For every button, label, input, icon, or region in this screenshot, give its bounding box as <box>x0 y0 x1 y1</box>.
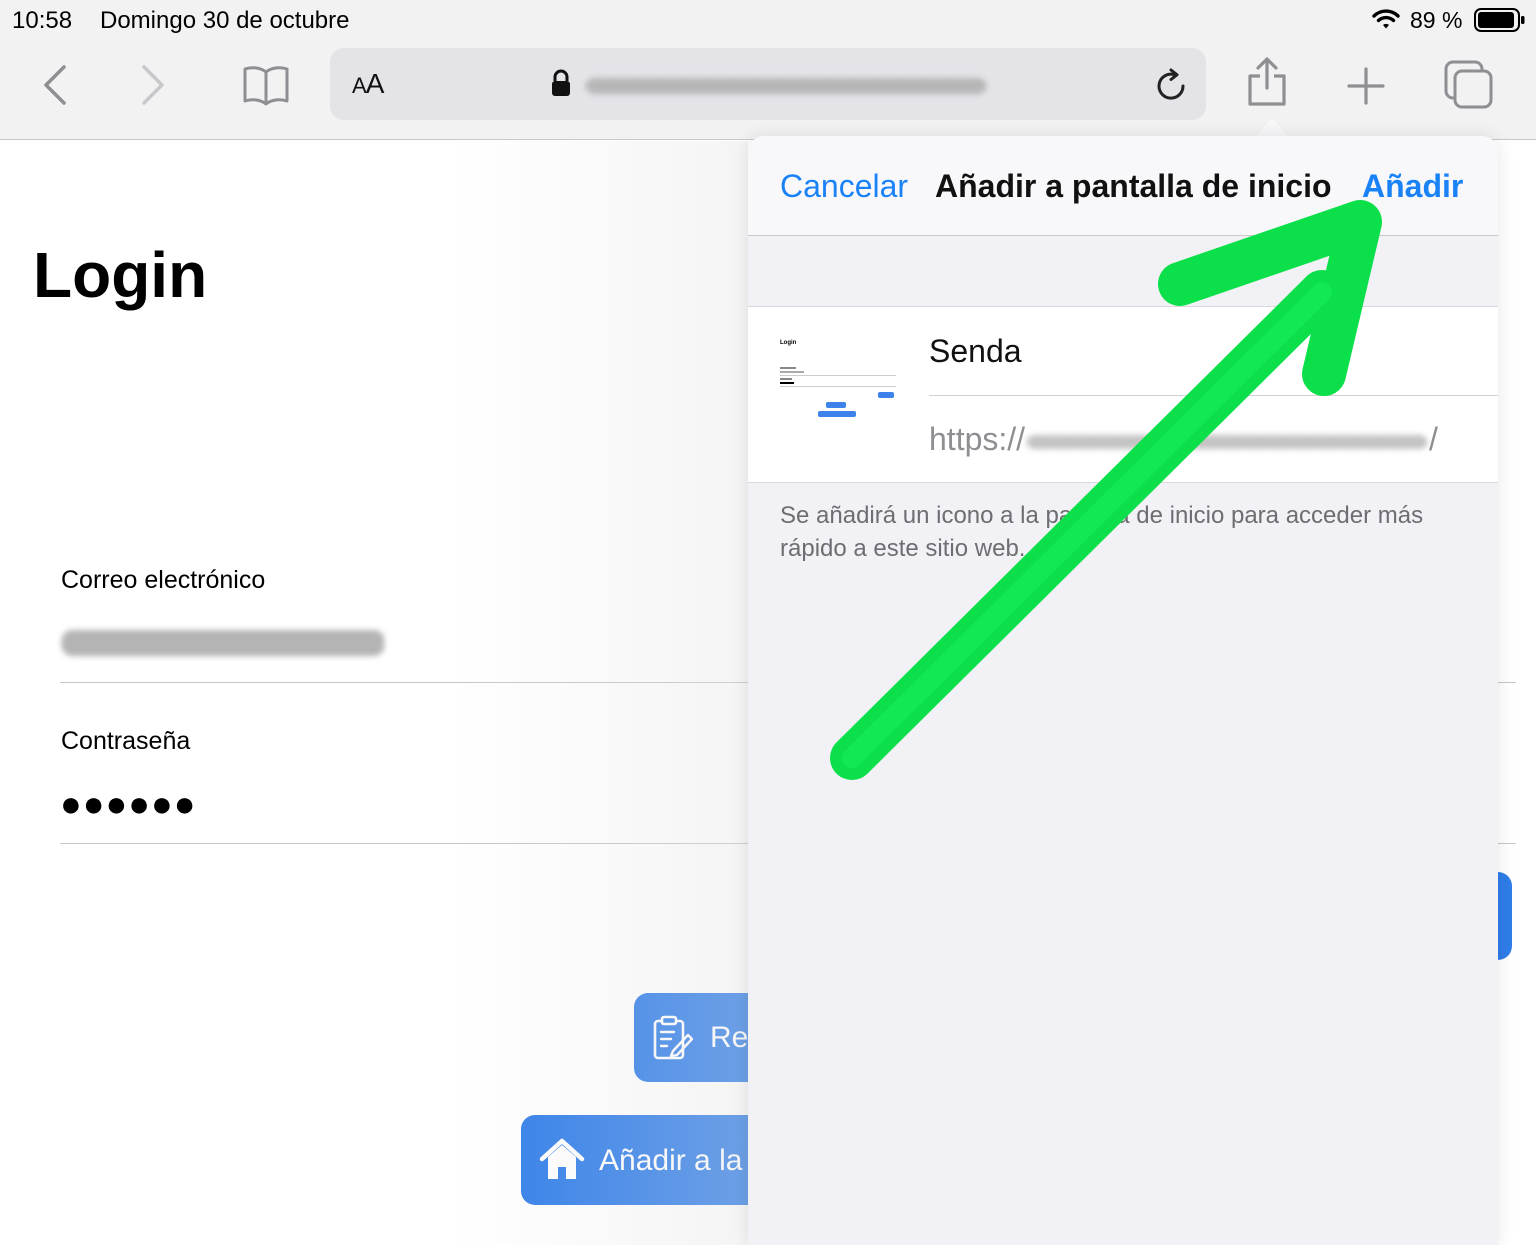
green-arrow-annotation <box>830 200 1382 780</box>
